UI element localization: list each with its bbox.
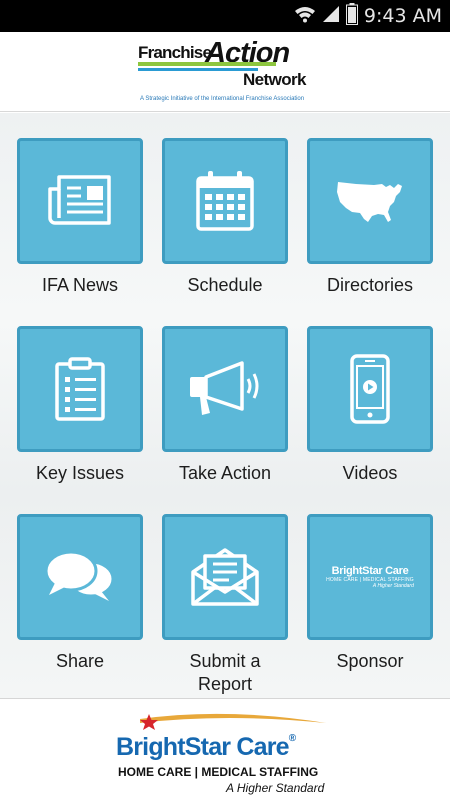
sponsor-logo-name: BrightStar Care (331, 565, 409, 577)
sponsor-logo: BrightStar Care HOME CARE | MEDICAL STAF… (326, 565, 414, 589)
logo-stripe-green (138, 62, 276, 66)
tile-videos[interactable]: Videos (307, 326, 433, 485)
tile-videos-button[interactable] (307, 326, 433, 452)
logo-word-network: Network (243, 70, 306, 89)
registered-mark: ® (288, 733, 296, 744)
newspaper-icon (47, 173, 113, 229)
envelope-icon (189, 546, 261, 608)
tile-take-action-button[interactable] (162, 326, 288, 452)
logo-tagline: A Strategic Initiative of the Internatio… (140, 96, 305, 102)
tile-schedule-label: Schedule (187, 275, 263, 295)
calendar-icon (195, 170, 255, 232)
status-time: 9:43 AM (363, 5, 442, 27)
wifi-icon (294, 5, 316, 28)
tile-directories-label: Directories (326, 275, 414, 295)
tile-submit-report-button[interactable] (162, 514, 288, 640)
sponsor-banner[interactable]: BrightStar Care® HOME CARE | MEDICAL STA… (0, 698, 450, 800)
tile-ifa-news-button[interactable] (17, 138, 143, 264)
tile-grid: IFA News Schedule Directories Key Issues… (0, 113, 450, 698)
brightstar-care-logo: BrightStar Care® HOME CARE | MEDICAL STA… (116, 709, 336, 795)
tile-sponsor-label: Sponsor (336, 651, 404, 671)
tile-share-button[interactable] (17, 514, 143, 640)
battery-icon (346, 2, 358, 30)
status-icons (294, 2, 358, 30)
sponsor-logo-tag: A Higher Standard (372, 583, 414, 589)
tile-schedule-button[interactable] (162, 138, 288, 264)
tile-submit-report-label: Submit a Report (189, 651, 261, 694)
tile-videos-label: Videos (342, 463, 398, 483)
tile-share-label: Share (55, 651, 105, 671)
megaphone-icon (186, 359, 264, 419)
chat-bubbles-icon (43, 549, 117, 605)
footer-brand-tag: A Higher Standard (226, 781, 325, 795)
tile-directories[interactable]: Directories (307, 138, 433, 297)
tile-share[interactable]: Share (17, 514, 143, 673)
footer-brand-sub: HOME CARE | MEDICAL STAFFING (118, 765, 319, 779)
tile-key-issues-button[interactable] (17, 326, 143, 452)
tile-sponsor[interactable]: BrightStar Care HOME CARE | MEDICAL STAF… (307, 514, 433, 673)
app-header: Franchise Action Network A Strategic Ini… (0, 32, 450, 112)
clipboard-icon (54, 357, 106, 421)
tile-directories-button[interactable] (307, 138, 433, 264)
tile-key-issues-label: Key Issues (35, 463, 125, 483)
signal-icon (322, 5, 340, 28)
logo-word-franchise: Franchise (138, 43, 212, 62)
phone-video-icon (350, 354, 390, 424)
tile-ifa-news[interactable]: IFA News (17, 138, 143, 297)
tile-key-issues[interactable]: Key Issues (17, 326, 143, 485)
tile-schedule[interactable]: Schedule (162, 138, 288, 297)
us-map-icon (334, 178, 406, 224)
status-bar: 9:43 AM (0, 0, 450, 32)
tile-take-action-label: Take Action (178, 463, 272, 483)
footer-brand-name-text: BrightStar Care (116, 733, 290, 761)
franchise-action-network-logo: Franchise Action Network A Strategic Ini… (136, 37, 314, 108)
logo-stripe-blue (138, 68, 258, 71)
tile-ifa-news-label: IFA News (41, 275, 119, 295)
tile-take-action[interactable]: Take Action (162, 326, 288, 485)
tile-submit-report[interactable]: Submit a Report (162, 514, 288, 696)
tile-sponsor-button[interactable]: BrightStar Care HOME CARE | MEDICAL STAF… (307, 514, 433, 640)
footer-brand-name: BrightStar Care® (116, 733, 296, 762)
